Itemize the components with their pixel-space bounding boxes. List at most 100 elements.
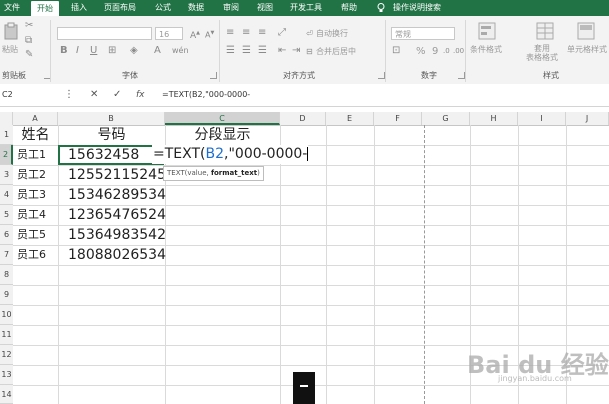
fill-color-icon[interactable]: ◈: [130, 46, 138, 56]
row-header-9[interactable]: 9: [0, 285, 13, 305]
format-as-table-button[interactable]: 套用 表格格式: [526, 44, 558, 62]
conditional-format-icon[interactable]: [478, 22, 496, 43]
cell-b7[interactable]: 18088026534: [68, 245, 166, 265]
paste-icon[interactable]: [4, 22, 20, 43]
align-bottom-icon[interactable]: ≡: [258, 28, 266, 38]
cancel-icon[interactable]: ✕: [90, 88, 98, 102]
insert-function-icon[interactable]: fx: [136, 88, 145, 102]
align-middle-icon[interactable]: ≡: [242, 28, 250, 38]
row-header-8[interactable]: 8: [0, 265, 13, 285]
row-header-12[interactable]: 12: [0, 345, 13, 365]
function-tooltip[interactable]: TEXT(value, format_text): [163, 166, 264, 181]
bold-icon[interactable]: B: [60, 46, 68, 56]
row-header-4[interactable]: 4: [0, 185, 13, 205]
menu-formulas[interactable]: 公式: [155, 0, 171, 16]
format-as-table-icon[interactable]: [536, 22, 554, 43]
font-color-icon[interactable]: A: [154, 46, 161, 56]
wrap-text-icon[interactable]: ⏎: [306, 29, 313, 39]
row-header-3[interactable]: 3: [0, 165, 13, 185]
align-right-icon[interactable]: ☰: [258, 46, 267, 56]
cell-a3[interactable]: 员工2: [17, 165, 46, 185]
tell-me-search[interactable]: 操作说明搜索: [393, 0, 441, 16]
column-header-h[interactable]: H: [470, 112, 518, 125]
column-header-i[interactable]: I: [518, 112, 566, 125]
number-format-dropdown[interactable]: 常规: [391, 27, 455, 40]
cell-styles-icon[interactable]: [577, 22, 595, 43]
name-box[interactable]: C2: [0, 88, 62, 102]
cell-styles-button[interactable]: 单元格样式: [567, 44, 607, 55]
italic-icon[interactable]: I: [76, 46, 79, 56]
copy-icon[interactable]: ⧉: [25, 36, 32, 46]
menu-home[interactable]: 开始: [31, 1, 59, 16]
row-header-13[interactable]: 13: [0, 365, 13, 385]
menu-developer[interactable]: 开发工具: [290, 0, 322, 16]
grow-font-icon[interactable]: A▲: [190, 28, 200, 41]
conditional-format-button[interactable]: 条件格式: [470, 44, 502, 55]
cell-b1[interactable]: 号码: [58, 125, 165, 145]
column-header-c[interactable]: C: [165, 112, 280, 125]
comma-style-button[interactable]: 9: [432, 46, 438, 57]
row-header-10[interactable]: 10: [0, 305, 13, 325]
row-header-5[interactable]: 5: [0, 205, 13, 225]
font-size-dropdown[interactable]: 16: [155, 27, 183, 40]
decrease-indent-icon[interactable]: ⇤: [278, 46, 286, 56]
menu-file[interactable]: 文件: [4, 0, 20, 16]
merge-center-button[interactable]: 合并后居中: [316, 46, 356, 57]
row-header-11[interactable]: 11: [0, 325, 13, 345]
cell-b4[interactable]: 15346289534: [68, 185, 166, 205]
select-all-corner[interactable]: [0, 112, 13, 125]
font-name-dropdown[interactable]: [57, 27, 152, 40]
decrease-decimal-icon[interactable]: .00: [453, 46, 464, 56]
cell-a4[interactable]: 员工3: [17, 185, 46, 205]
increase-decimal-icon[interactable]: .0: [443, 46, 450, 56]
percent-style-button[interactable]: %: [416, 46, 426, 57]
cell-b5[interactable]: 12365476524: [68, 205, 166, 225]
column-header-b[interactable]: B: [58, 112, 165, 125]
format-painter-icon[interactable]: ✎: [25, 50, 33, 60]
cell-b3[interactable]: 12552115245: [68, 165, 166, 185]
cell-b2[interactable]: 15632458: [68, 145, 139, 165]
menu-insert[interactable]: 插入: [71, 0, 87, 16]
row-header-7[interactable]: 7: [0, 245, 13, 265]
row-header-1[interactable]: 1: [0, 125, 13, 145]
menu-page-layout[interactable]: 页面布局: [104, 0, 136, 16]
column-header-f[interactable]: F: [374, 112, 422, 125]
formula-input[interactable]: =TEXT(B2,"000-0000-: [162, 88, 250, 102]
cell-a5[interactable]: 员工4: [17, 205, 46, 225]
shrink-font-icon[interactable]: A▼: [205, 28, 214, 41]
cell-a2[interactable]: 员工1: [17, 145, 46, 165]
cell-c2-editor[interactable]: =TEXT(B2,"000-0000-: [152, 145, 309, 164]
increase-indent-icon[interactable]: ⇥: [292, 46, 300, 56]
cell-c1[interactable]: 分段显示: [165, 125, 280, 145]
menu-help[interactable]: 帮助: [341, 0, 357, 16]
row-header-6[interactable]: 6: [0, 225, 13, 245]
column-header-d[interactable]: D: [280, 112, 326, 125]
column-header-a[interactable]: A: [13, 112, 58, 125]
align-left-icon[interactable]: ☰: [226, 46, 235, 56]
orientation-icon[interactable]: ⤢: [278, 28, 286, 38]
align-center-icon[interactable]: ☰: [242, 46, 251, 56]
number-launcher-icon[interactable]: [458, 72, 465, 79]
menu-view[interactable]: 视图: [257, 0, 273, 16]
cell-a1[interactable]: 姓名: [13, 125, 58, 145]
alignment-launcher-icon[interactable]: [378, 72, 385, 79]
accounting-format-icon[interactable]: ⊡: [392, 46, 400, 56]
cell-a6[interactable]: 员工5: [17, 225, 46, 245]
menu-data[interactable]: 数据: [188, 0, 204, 16]
cell-a7[interactable]: 员工6: [17, 245, 46, 265]
enter-icon[interactable]: ✓: [113, 88, 121, 102]
column-header-j[interactable]: J: [566, 112, 609, 125]
wrap-text-button[interactable]: 自动换行: [316, 28, 348, 39]
row-header-14[interactable]: 14: [0, 385, 13, 404]
merge-center-icon[interactable]: ⊟: [306, 47, 313, 57]
borders-icon[interactable]: ⊞: [108, 46, 116, 56]
row-header-2[interactable]: 2: [0, 145, 13, 165]
underline-icon[interactable]: U: [90, 46, 97, 56]
column-header-e[interactable]: E: [326, 112, 374, 125]
column-header-g[interactable]: G: [422, 112, 470, 125]
cut-icon[interactable]: ✂: [25, 21, 33, 31]
cell-b6[interactable]: 15364983542: [68, 225, 166, 245]
phonetic-icon[interactable]: wén: [172, 46, 189, 56]
align-top-icon[interactable]: ≡: [226, 28, 234, 38]
paste-label[interactable]: 粘贴: [2, 44, 18, 55]
